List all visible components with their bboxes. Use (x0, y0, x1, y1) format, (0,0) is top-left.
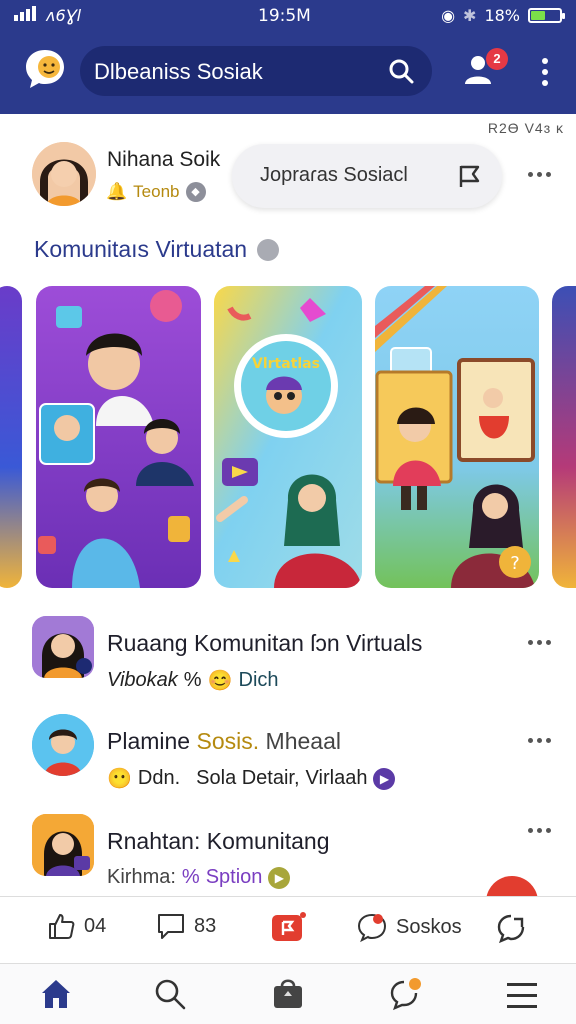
alarm-icon: ◉ (441, 6, 456, 25)
search-icon[interactable] (388, 58, 414, 84)
feed-avatar[interactable] (32, 616, 94, 678)
app-bar: Dlbeaniss Sosiak 2 (0, 32, 576, 114)
bell-icon: 🔔 (106, 182, 128, 201)
post-prompt: Jopraɾas Sosiacl (260, 164, 408, 186)
feed-title-c: Mheaal (265, 728, 341, 754)
status-bar: ᴧ6Ɣl 19:5M ◉ ✱ 18% (0, 0, 576, 32)
bottom-nav (0, 964, 576, 1024)
notification-badge: 2 (486, 48, 508, 70)
feed-subtitle: Kirhma: % Sption ▶ (107, 866, 291, 889)
play-badge-icon: ▶ (373, 767, 396, 790)
user-name: Nihana Soik (107, 148, 221, 171)
feed-title-b: Sosis. (196, 728, 260, 754)
more-menu-icon[interactable] (540, 56, 550, 90)
home-icon[interactable] (38, 976, 74, 1012)
face-emoji-icon: 😶 (107, 768, 132, 790)
feed-sub-a: Kirhma: (107, 866, 176, 888)
composer-row: Nihana Soik 🔔 Teonb ◆ Jopraɾas Sosiacl (0, 138, 576, 218)
bluetooth-icon: ✱ (463, 6, 477, 25)
feed-more-icon[interactable] (528, 640, 552, 648)
user-avatar[interactable] (32, 142, 96, 206)
search-label: Dlbeaniss Sosiak (94, 59, 263, 84)
chat-bubble-logo-icon[interactable] (22, 46, 68, 92)
feed-more-icon[interactable] (528, 738, 552, 746)
feed-title: Plamine Sosis. Mheaal (107, 728, 341, 755)
marketplace-bag-icon[interactable] (270, 976, 306, 1012)
post-action-bar: 04 83 Soskos (0, 896, 576, 964)
chat-heart-icon (357, 913, 387, 943)
feed-sub-b: % (183, 669, 202, 691)
sticker-text: Vlrtatlas (252, 356, 320, 372)
feed-avatar[interactable] (32, 814, 94, 876)
feed-item[interactable]: Rnahtan: Komunitang Kirhma: % Sption ▶ (0, 814, 576, 894)
play-badge-icon: ▶ (268, 866, 291, 889)
svg-text:?: ? (510, 553, 520, 574)
search-nav-icon[interactable] (152, 976, 188, 1012)
comment-icon (158, 914, 184, 939)
search-bar[interactable]: Dlbeaniss Sosiak (80, 46, 432, 96)
share-button[interactable]: Soskos (356, 911, 462, 943)
badge-label: Teonb (133, 182, 180, 201)
story-carousel[interactable]: Vlrtatlas ? (0, 286, 576, 591)
section-title: Komunitaıs Virtuatan (34, 236, 280, 263)
feed-sub-c: Dich (238, 669, 279, 691)
post-composer-button[interactable]: Jopraɾas Sosiacl (232, 144, 502, 208)
carrier-label: ᴧ6Ɣl (46, 6, 82, 25)
feed-sub-c: Virlaah (305, 767, 368, 789)
feed-sub-a: Ddn. (137, 767, 181, 789)
feed-sub-b: Sola Detair, (196, 767, 300, 789)
comment-button[interactable]: 83 (156, 911, 216, 941)
composer-more-icon[interactable] (528, 172, 552, 180)
menu-icon[interactable] (504, 976, 540, 1012)
thumbs-up-icon (49, 914, 75, 939)
story-card[interactable]: ? (375, 286, 539, 588)
story-card[interactable]: Vlrtatlas (214, 286, 362, 588)
battery-icon (528, 8, 565, 23)
feed-sub-b: % (181, 866, 200, 888)
story-card[interactable] (0, 286, 22, 588)
notifications-chat-icon[interactable] (388, 976, 424, 1012)
reaction-icon[interactable] (494, 911, 528, 945)
feed-title: Rnahtan: Komunitang (107, 828, 330, 854)
feed-sub-a: Vibokak (107, 669, 178, 691)
story-card[interactable] (36, 286, 201, 588)
feed-title-a: Plamine (107, 728, 191, 754)
clock: 19:5M (258, 6, 311, 26)
comment-count: 83 (194, 914, 217, 937)
feed-subtitle: Vibokak % 😊 Dich (107, 668, 279, 693)
feed-avatar[interactable] (32, 714, 94, 776)
user-badge: 🔔 Teonb ◆ (106, 182, 206, 202)
flag-icon (459, 165, 480, 187)
section-help-icon[interactable] (257, 238, 280, 261)
share-label: Soskos (396, 915, 462, 938)
like-count: 04 (84, 914, 107, 937)
story-card[interactable] (552, 286, 576, 588)
feed-sub-c: Sption (205, 866, 263, 888)
feed-subtitle: 😶 Ddn. Sola Detair, Virlaah ▶ (107, 766, 396, 791)
battery-percent: 18% (484, 6, 520, 25)
video-flag-icon (272, 912, 306, 941)
badge-info-icon: ◆ (185, 182, 206, 202)
like-button[interactable]: 04 (46, 911, 106, 941)
feed-more-icon[interactable] (528, 828, 552, 836)
feed-item[interactable]: Plamine Sosis. Mheaal 😶 Ddn. Sola Detair… (0, 714, 576, 794)
section-title-text: Komunitaıs Virtuatan (34, 236, 248, 262)
feed-item[interactable]: Ruaang Komunitan ſɔn Virtuals Vibokak % … (0, 616, 576, 696)
feed-title: Ruaang Komunitan ſɔn Virtuals (107, 630, 423, 656)
version-label: R2Ө V4ɜ ĸ (487, 120, 564, 136)
video-button[interactable] (270, 911, 306, 945)
smile-emoji-icon: 😊 (207, 670, 233, 692)
signal-icon (14, 6, 36, 21)
